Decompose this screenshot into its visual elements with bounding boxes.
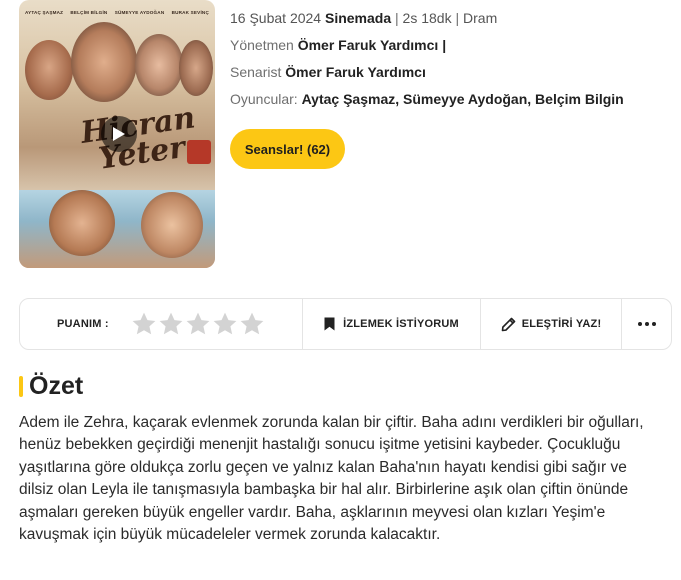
poster-cast-names: AYTAÇ ŞAŞMAZ BELÇİM BİLGİN SÜMEYYE AYDOĞ… xyxy=(25,10,209,15)
action-bar: PUANIM : İZLEMEK İSTİYORUM ELEŞTİRİ YAZ! xyxy=(19,298,672,350)
poster-face xyxy=(135,34,183,96)
heading-accent-bar xyxy=(19,376,23,397)
poster-cast-name: BURAK SEVİNÇ xyxy=(171,10,209,15)
star-icon[interactable] xyxy=(212,311,238,337)
poster-title-art: Hicran Yeter xyxy=(78,100,198,177)
release-status[interactable]: Sinemada xyxy=(325,10,391,26)
bookmark-icon xyxy=(324,317,335,331)
watchlist-button[interactable]: İZLEMEK İSTİYORUM xyxy=(303,299,481,349)
poster-face xyxy=(25,40,73,100)
movie-poster[interactable]: AYTAÇ ŞAŞMAZ BELÇİM BİLGİN SÜMEYYE AYDOĞ… xyxy=(19,0,215,268)
poster-cast-name: BELÇİM BİLGİN xyxy=(70,10,108,15)
writer-row: Senarist Ömer Faruk Yardımcı xyxy=(230,64,426,80)
pencil-icon xyxy=(501,317,515,331)
writer-label: Senarist xyxy=(230,64,282,80)
poster-face xyxy=(49,190,115,256)
more-options-button[interactable] xyxy=(622,299,671,349)
cast-link[interactable]: Aytaç Şaşmaz xyxy=(302,91,396,107)
play-trailer-button[interactable] xyxy=(101,116,137,152)
star-icon[interactable] xyxy=(131,311,157,337)
release-date: 16 Şubat 2024 xyxy=(230,10,322,26)
rating-stars[interactable] xyxy=(131,311,265,337)
poster-face xyxy=(179,40,213,96)
star-icon[interactable] xyxy=(185,311,211,337)
poster-cast-name: SÜMEYYE AYDOĞAN xyxy=(114,10,165,15)
showtimes-button[interactable]: Seanslar! (62) xyxy=(230,129,345,169)
play-icon xyxy=(113,127,125,141)
summary-heading: Özet xyxy=(29,372,84,400)
poster-face xyxy=(141,192,203,258)
star-icon[interactable] xyxy=(158,311,184,337)
rating-label: PUANIM : xyxy=(57,318,109,330)
summary-text: Adem ile Zehra, kaçarak evlenmek zorunda… xyxy=(19,414,644,544)
cast-link[interactable]: Sümeyye Aydoğan xyxy=(403,91,527,107)
poster-face xyxy=(71,22,137,102)
cast-link[interactable]: Belçim Bilgin xyxy=(535,91,624,107)
director-row: Yönetmen Ömer Faruk Yardımcı | xyxy=(230,37,447,53)
duration: 2s 18dk xyxy=(402,10,452,26)
cast-row: Oyuncular: Aytaç Şaşmaz, Sümeyye Aydoğan… xyxy=(230,91,624,107)
rating-section: PUANIM : xyxy=(20,299,303,349)
summary-heading-row: Özet xyxy=(19,372,83,401)
more-dots-icon xyxy=(637,322,656,326)
release-info: 16 Şubat 2024 Sinemada | 2s 18dk | Dram xyxy=(230,10,498,26)
writer-link[interactable]: Ömer Faruk Yardımcı xyxy=(285,64,426,80)
genre[interactable]: Dram xyxy=(463,10,497,26)
write-review-button[interactable]: ELEŞTİRİ YAZ! xyxy=(481,299,622,349)
cast-label: Oyuncular: xyxy=(230,91,298,107)
review-label: ELEŞTİRİ YAZ! xyxy=(521,318,602,330)
star-icon[interactable] xyxy=(239,311,265,337)
poster-cast-name: AYTAÇ ŞAŞMAZ xyxy=(25,10,64,15)
watchlist-label: İZLEMEK İSTİYORUM xyxy=(343,318,459,330)
director-label: Yönetmen xyxy=(230,37,294,53)
director-link[interactable]: Ömer Faruk Yardımcı xyxy=(298,37,439,53)
